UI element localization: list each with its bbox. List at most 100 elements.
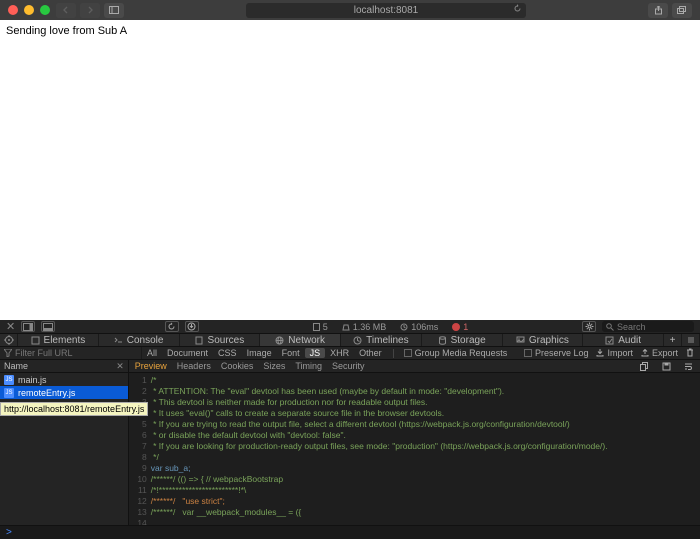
tab-storage[interactable]: Storage (422, 334, 503, 346)
tab-audit[interactable]: Audit (583, 334, 664, 346)
subtab-preview[interactable]: Preview (135, 361, 167, 371)
preserve-log-checkbox[interactable]: Preserve Log (524, 348, 589, 359)
code-line: 12/******/ "use strict"; (133, 496, 700, 507)
page-body-text: Sending love from Sub A (6, 25, 127, 37)
file-row[interactable]: JS main.js (0, 373, 128, 386)
wrap-icon[interactable] (682, 360, 694, 372)
code-line: 7 * If you are looking for production-re… (133, 441, 700, 452)
network-file-list: Name ✕ JS main.jsJSremoteEntry.js (0, 360, 129, 525)
export-icon (641, 349, 649, 357)
subtab-cookies[interactable]: Cookies (221, 361, 254, 371)
tab-sources[interactable]: Sources (180, 334, 261, 346)
gear-icon[interactable] (582, 321, 596, 332)
code-line: 5 * If you are trying to read the output… (133, 419, 700, 430)
network-detail-panel: Preview Headers Cookies Sizes Timing Security… (129, 360, 700, 525)
code-line: 14 (133, 518, 700, 525)
filter-tag-font[interactable]: Font (277, 348, 305, 358)
back-button[interactable] (56, 3, 76, 18)
download-icon[interactable] (185, 321, 199, 332)
console-prompt[interactable]: > (0, 525, 700, 539)
filter-tag-image[interactable]: Image (242, 348, 277, 358)
devtools-search[interactable]: Search (602, 321, 694, 332)
document-icon (313, 323, 320, 331)
code-line: 1/* (133, 375, 700, 386)
audit-icon (605, 336, 614, 345)
filter-tag-document[interactable]: Document (162, 348, 213, 358)
dock-bottom-button[interactable] (41, 321, 55, 332)
reload-icon[interactable] (165, 321, 179, 332)
code-line: 11/*!************************!*\ (133, 485, 700, 496)
elements-icon (31, 336, 40, 345)
network-filter-bar: Filter Full URL AllDocumentCSSImageFontJ… (0, 347, 700, 360)
tabs-button[interactable] (672, 3, 692, 18)
close-devtools-icon[interactable]: ✕ (6, 320, 15, 333)
filter-tag-css[interactable]: CSS (213, 348, 242, 358)
code-preview[interactable]: 1/*2 * ATTENTION: The "eval" devtool has… (129, 373, 700, 525)
devtools-toolbar: ✕ 5 1.36 MB 106ms 1 Search (0, 320, 700, 333)
forward-button[interactable] (80, 3, 100, 18)
subtab-sizes[interactable]: Sizes (263, 361, 285, 371)
filter-icon (4, 349, 12, 357)
clock-icon (400, 323, 408, 331)
minimize-window-button[interactable] (24, 5, 34, 15)
code-line: 2 * ATTENTION: The "eval" devtool has be… (133, 386, 700, 397)
address-bar[interactable]: localhost:8081 (246, 3, 526, 18)
js-file-icon: JS (4, 375, 14, 385)
subtab-timing[interactable]: Timing (295, 361, 322, 371)
tab-graphics[interactable]: Graphics (503, 334, 584, 346)
filter-tag-js[interactable]: JS (305, 348, 326, 358)
tab-overflow-button[interactable] (682, 334, 700, 346)
dock-side-button[interactable] (21, 321, 35, 332)
code-line: 8 */ (133, 452, 700, 463)
filter-tag-xhr[interactable]: XHR (325, 348, 354, 358)
size-pill: 1.36 MB (338, 321, 391, 332)
code-line: 9var sub_a; (133, 463, 700, 474)
search-placeholder: Search (617, 322, 646, 332)
address-text: localhost:8081 (354, 5, 419, 16)
sidebar-header: Name ✕ (0, 360, 128, 373)
tab-elements[interactable]: Elements (18, 334, 99, 346)
copy-icon[interactable] (638, 360, 650, 372)
page-viewport: Sending love from Sub A (0, 20, 700, 320)
js-file-icon: JS (4, 388, 14, 398)
import-button[interactable]: Import (596, 348, 633, 359)
traffic-lights (8, 5, 50, 15)
close-sidebar-icon[interactable]: ✕ (116, 361, 124, 372)
timelines-icon (353, 336, 362, 345)
reload-icon[interactable] (513, 4, 522, 16)
code-line: 4 * It uses "eval()" calls to create a s… (133, 408, 700, 419)
sources-icon (195, 336, 204, 345)
inspect-element-button[interactable] (0, 334, 18, 346)
code-line: 3 * This devtool is neither made for pro… (133, 397, 700, 408)
subtab-headers[interactable]: Headers (177, 361, 211, 371)
code-line: 13/******/ var __webpack_modules__ = ({ (133, 507, 700, 518)
close-window-button[interactable] (8, 5, 18, 15)
devtools-nav-tabs: Elements Console Sources Network Timelin… (0, 333, 700, 347)
save-icon[interactable] (660, 360, 672, 372)
url-tooltip: http://localhost:8081/remoteEntry.js (0, 402, 148, 416)
graphics-icon (516, 336, 525, 345)
code-line: 10/******/ (() => { // webpackBootstrap (133, 474, 700, 485)
sidebar-toggle[interactable] (104, 3, 124, 18)
tab-network[interactable]: Network (260, 334, 341, 346)
maximize-window-button[interactable] (40, 5, 50, 15)
file-label: main.js (18, 375, 47, 385)
subtab-security[interactable]: Security (332, 361, 365, 371)
filter-tag-all[interactable]: All (142, 348, 162, 358)
tab-console[interactable]: Console (99, 334, 180, 346)
trash-icon[interactable] (686, 348, 694, 359)
tab-timelines[interactable]: Timelines (341, 334, 422, 346)
share-button[interactable] (648, 3, 668, 18)
code-line: 6 * or disable the default devtool with … (133, 430, 700, 441)
filter-tag-other[interactable]: Other (354, 348, 387, 358)
storage-icon (438, 336, 447, 345)
filter-url-input[interactable]: Filter Full URL (0, 347, 142, 359)
export-button[interactable]: Export (641, 348, 678, 359)
devtools-body: Name ✕ JS main.jsJSremoteEntry.js http://… (0, 360, 700, 525)
window-titlebar: localhost:8081 (0, 0, 700, 20)
file-row[interactable]: JSremoteEntry.js (0, 386, 128, 399)
group-media-checkbox[interactable]: Group Media Requests (400, 348, 512, 358)
weight-icon (342, 323, 350, 331)
add-tab-button[interactable]: + (664, 334, 682, 346)
detail-subtabs: Preview Headers Cookies Sizes Timing Security (129, 360, 700, 373)
